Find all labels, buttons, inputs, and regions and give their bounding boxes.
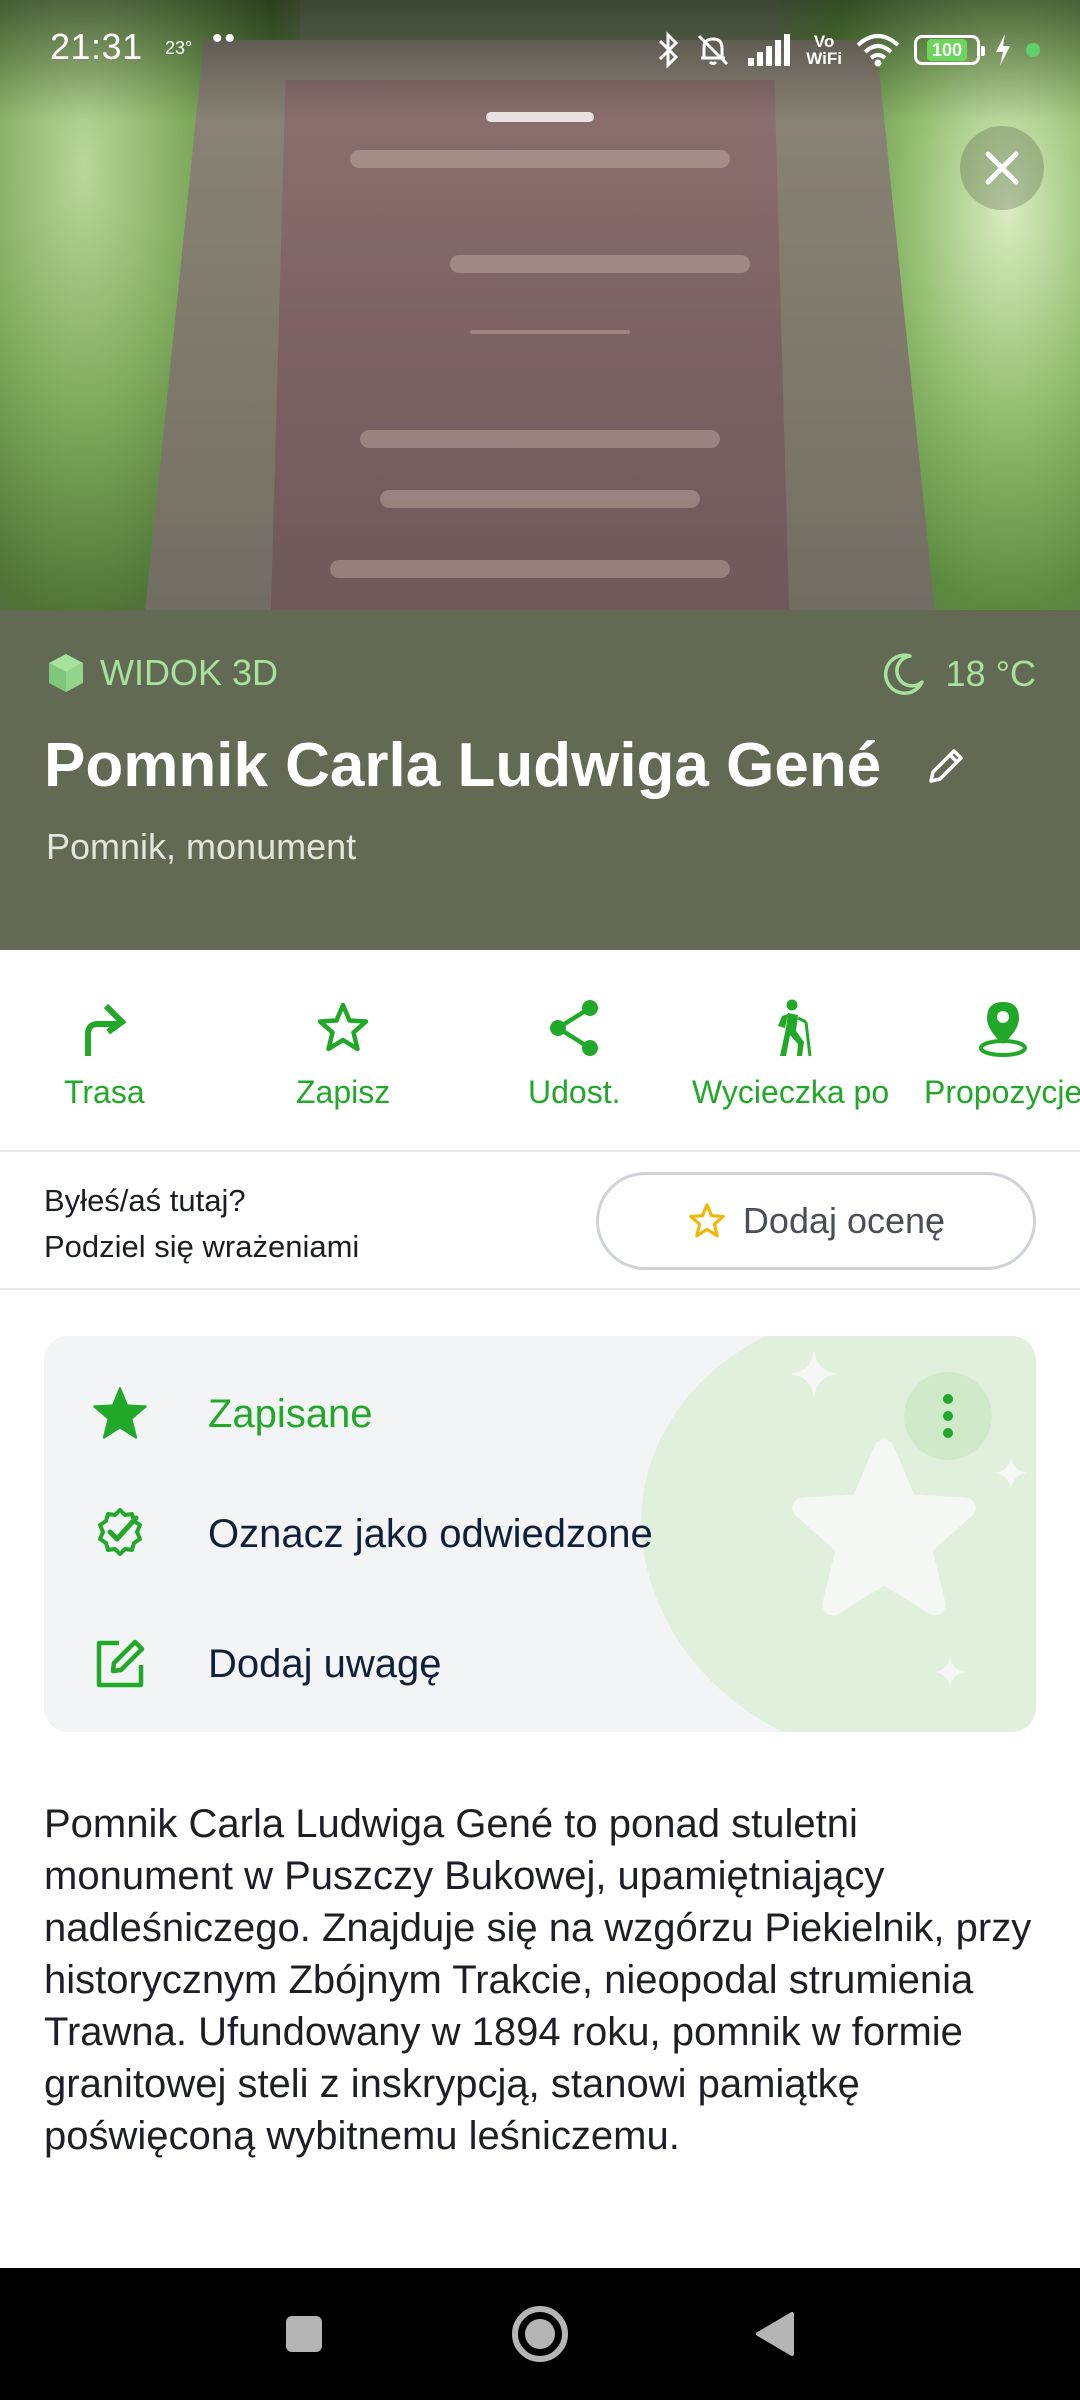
- rating-prompt: Byłeś/aś tutaj? Podziel się wrażeniami: [44, 1183, 360, 1264]
- bell-muted-icon: [694, 31, 732, 69]
- saved-row[interactable]: Zapisane: [90, 1372, 373, 1456]
- clock: 21:31: [50, 26, 143, 67]
- place-category: Pomnik, monument: [46, 826, 357, 867]
- suggestions-button[interactable]: Propozycje: [924, 996, 1080, 1111]
- route-button[interactable]: Trasa: [64, 996, 145, 1111]
- cube-3d-icon: [49, 654, 83, 692]
- action-bar: Trasa Zapisz Udost. Wycieczka po Propozy…: [0, 950, 1080, 1150]
- divider: [0, 1150, 1080, 1152]
- place-title: Pomnik Carla Ludwiga Gené: [44, 731, 882, 800]
- notification-dots: ••: [212, 22, 238, 55]
- hike-label: Wycieczka po: [692, 1074, 890, 1110]
- view-3d-label: WIDOK 3D: [100, 652, 279, 693]
- sparkle-icon: [994, 1456, 1028, 1490]
- recent-apps-button[interactable]: [268, 2298, 340, 2370]
- share-button[interactable]: Udost.: [528, 996, 620, 1111]
- moon-icon: [883, 653, 924, 695]
- save-label: Zapisz: [296, 1074, 391, 1110]
- save-button[interactable]: Zapisz: [296, 996, 390, 1111]
- share-label: Udost.: [528, 1074, 621, 1110]
- star-rating-icon: [689, 1203, 725, 1238]
- suggestions-label: Propozycje: [924, 1074, 1080, 1110]
- star-outline-icon: [317, 1002, 369, 1052]
- map-pin-icon: [979, 1002, 1028, 1057]
- back-button[interactable]: [738, 2298, 810, 2370]
- wifi-icon: [856, 33, 900, 67]
- saved-label: Zapisane: [208, 1391, 373, 1436]
- add-note-row[interactable]: Dodaj uwagę: [90, 1622, 442, 1706]
- divider: [0, 1288, 1080, 1290]
- check-badge-icon: [98, 1508, 142, 1556]
- sheet-drag-handle[interactable]: [486, 112, 594, 122]
- weather-info: 18 °C: [882, 652, 1036, 696]
- home-circle-icon: [512, 2306, 568, 2362]
- more-vertical-icon: [943, 1394, 953, 1438]
- view-3d-button[interactable]: WIDOK 3D: [46, 652, 278, 694]
- place-header: WIDOK 3D 18 °C Pomnik Carla Ludwiga Gené…: [0, 610, 1080, 950]
- square-icon: [286, 2316, 322, 2352]
- place-description: Pomnik Carla Ludwiga Gené to ponad stule…: [44, 1802, 1032, 2158]
- mark-visited-row[interactable]: Oznacz jako odwiedzone: [90, 1492, 653, 1576]
- hike-button[interactable]: Wycieczka po: [692, 996, 889, 1111]
- close-button[interactable]: [960, 126, 1044, 210]
- share-icon: [550, 1000, 599, 1056]
- sparkle-icon: [790, 1350, 838, 1398]
- sparkle-icon: [934, 1656, 966, 1688]
- charging-icon: [994, 33, 1012, 67]
- signal-icon: [746, 34, 792, 66]
- close-icon: [985, 151, 1019, 185]
- weather-temperature: 18 °C: [945, 653, 1036, 694]
- mark-visited-label: Oznacz jako odwiedzone: [208, 1511, 653, 1556]
- battery-icon: 100: [914, 35, 985, 65]
- edit-pencil-icon[interactable]: [925, 745, 967, 787]
- decorative-star-icon: [792, 1439, 976, 1616]
- star-filled-icon: [93, 1387, 147, 1439]
- bluetooth-icon: [656, 31, 680, 69]
- system-nav-bar: [0, 2268, 1080, 2400]
- add-rating-label: Dodaj ocenę: [742, 1200, 946, 1241]
- vowifi-icon: Vo WiFi: [806, 32, 842, 68]
- route-label: Trasa: [64, 1074, 145, 1110]
- add-note-label: Dodaj uwagę: [208, 1641, 442, 1686]
- home-button[interactable]: [504, 2298, 576, 2370]
- hiker-icon: [777, 999, 812, 1057]
- status-bar: 21:31 23° •• Vo WiFi 100: [0, 0, 1080, 96]
- more-options-button[interactable]: [904, 1372, 992, 1460]
- edit-note-icon: [96, 1639, 145, 1688]
- saved-card: Zapisane Oznacz jako odwiedzone Dodaj uw…: [44, 1336, 1036, 1732]
- back-triangle-icon: [756, 2312, 794, 2356]
- add-rating-button[interactable]: Dodaj ocenę: [596, 1172, 1036, 1270]
- privacy-indicator: [1026, 43, 1040, 57]
- route-arrow-icon: [85, 1003, 127, 1056]
- status-temperature: 23°: [165, 38, 193, 58]
